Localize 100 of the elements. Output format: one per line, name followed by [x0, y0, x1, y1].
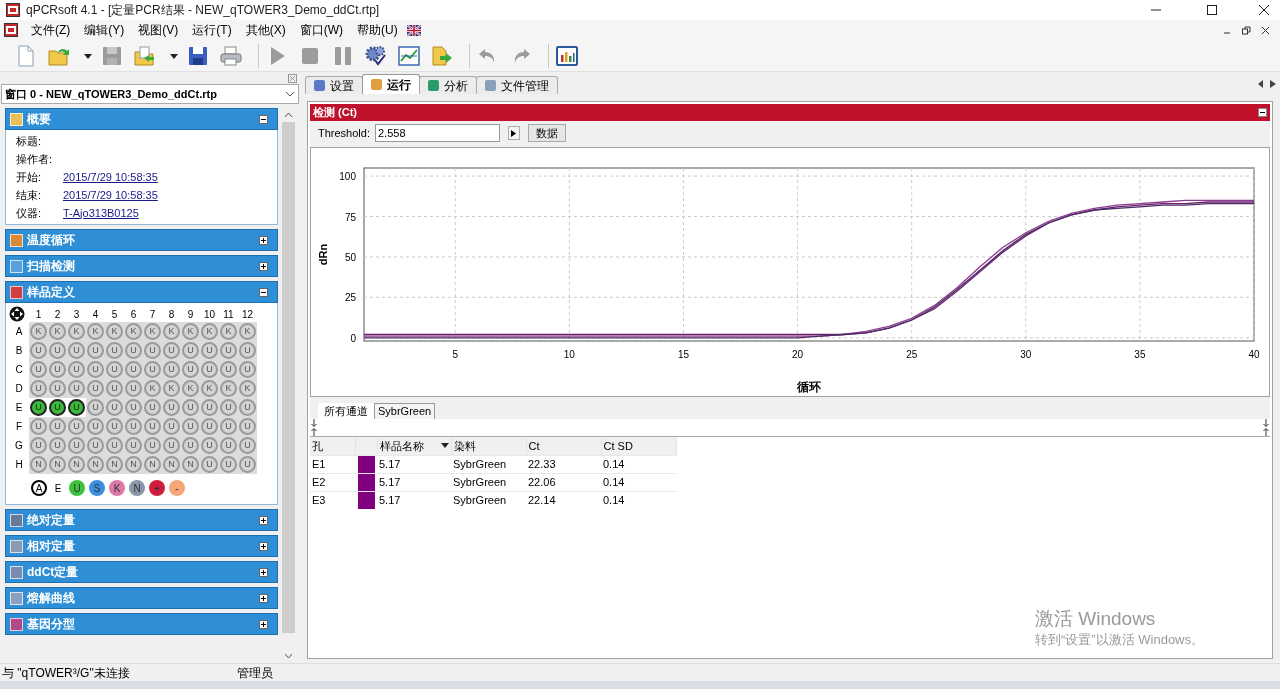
- well[interactable]: U: [125, 380, 142, 397]
- arrow-up-icon[interactable]: [1263, 428, 1269, 436]
- well[interactable]: U: [220, 418, 237, 435]
- well[interactable]: U: [163, 361, 180, 378]
- menu-item[interactable]: 视图(V): [131, 21, 186, 39]
- panel-header[interactable]: 样品定义: [5, 281, 278, 303]
- window-selector[interactable]: 窗口 0 - NEW_qTOWER3_Demo_ddCt.rtp: [1, 84, 299, 104]
- well[interactable]: U: [68, 361, 85, 378]
- scrollbar-thumb[interactable]: [281, 122, 295, 633]
- gear-check-icon[interactable]: [364, 43, 388, 68]
- well[interactable]: U: [220, 437, 237, 454]
- well[interactable]: U: [201, 418, 218, 435]
- well[interactable]: U: [125, 361, 142, 378]
- panel-header[interactable]: 温度循环: [5, 229, 278, 251]
- well[interactable]: N: [125, 456, 142, 473]
- column-header[interactable]: 染料: [453, 437, 476, 454]
- well[interactable]: K: [220, 323, 237, 340]
- well[interactable]: K: [125, 323, 142, 340]
- chevron-up-icon[interactable]: [283, 112, 293, 118]
- well[interactable]: U: [125, 418, 142, 435]
- well[interactable]: U: [201, 437, 218, 454]
- well[interactable]: U: [30, 437, 47, 454]
- well[interactable]: U: [239, 437, 256, 454]
- well[interactable]: U: [144, 418, 161, 435]
- well[interactable]: U: [87, 361, 104, 378]
- well[interactable]: U: [239, 456, 256, 473]
- well[interactable]: U: [239, 361, 256, 378]
- well[interactable]: U: [106, 342, 123, 359]
- expand-icon[interactable]: [259, 261, 268, 271]
- column-header[interactable]: Ct SD: [603, 437, 633, 454]
- well[interactable]: U: [49, 380, 66, 397]
- well[interactable]: U: [87, 399, 104, 416]
- well[interactable]: U: [163, 437, 180, 454]
- well[interactable]: U: [106, 361, 123, 378]
- arrow-left-icon[interactable]: [1258, 80, 1264, 88]
- well[interactable]: U: [144, 399, 161, 416]
- well[interactable]: K: [220, 380, 237, 397]
- well[interactable]: U: [182, 399, 199, 416]
- well[interactable]: N: [49, 456, 66, 473]
- crosshair-icon[interactable]: [9, 306, 25, 322]
- well[interactable]: K: [30, 323, 47, 340]
- expand-icon[interactable]: [259, 515, 268, 525]
- well[interactable]: N: [182, 456, 199, 473]
- flag-icon[interactable]: [406, 24, 421, 36]
- maximize-icon[interactable]: [1206, 4, 1218, 16]
- well[interactable]: U: [68, 418, 85, 435]
- well[interactable]: U: [49, 399, 66, 416]
- well[interactable]: U: [106, 380, 123, 397]
- menu-item[interactable]: 文件(Z): [24, 21, 78, 39]
- column-header[interactable]: 样品名称: [379, 437, 424, 454]
- panel-header[interactable]: 熔解曲线: [5, 587, 278, 609]
- well[interactable]: U: [106, 418, 123, 435]
- collapse-icon[interactable]: [259, 114, 268, 124]
- export-icon[interactable]: [430, 43, 454, 68]
- well[interactable]: U: [220, 399, 237, 416]
- close-icon[interactable]: [1261, 25, 1270, 35]
- well[interactable]: U: [182, 418, 199, 435]
- well[interactable]: U: [68, 399, 85, 416]
- expand-icon[interactable]: [259, 235, 268, 245]
- well[interactable]: U: [239, 342, 256, 359]
- well[interactable]: U: [87, 342, 104, 359]
- well[interactable]: U: [144, 437, 161, 454]
- well[interactable]: N: [144, 456, 161, 473]
- arrow-up-icon[interactable]: [311, 428, 317, 436]
- well[interactable]: U: [30, 418, 47, 435]
- bar-chart-icon[interactable]: [555, 43, 579, 68]
- well[interactable]: U: [239, 418, 256, 435]
- well[interactable]: U: [87, 380, 104, 397]
- well[interactable]: U: [87, 437, 104, 454]
- well[interactable]: U: [106, 437, 123, 454]
- threshold-field[interactable]: 2.558: [375, 124, 500, 142]
- channel-tab[interactable]: SybrGreen: [374, 403, 436, 419]
- well[interactable]: K: [68, 323, 85, 340]
- well[interactable]: U: [68, 437, 85, 454]
- well[interactable]: U: [125, 437, 142, 454]
- print-icon[interactable]: [219, 43, 243, 68]
- panel-header[interactable]: 基因分型: [5, 613, 278, 635]
- well[interactable]: U: [49, 418, 66, 435]
- panel-header[interactable]: 概要: [5, 108, 278, 130]
- well[interactable]: U: [163, 418, 180, 435]
- restore-icon[interactable]: [1242, 25, 1251, 35]
- channel-tab[interactable]: 所有通道: [318, 403, 374, 419]
- well[interactable]: K: [163, 323, 180, 340]
- tab[interactable]: 运行: [362, 74, 420, 94]
- field-link[interactable]: T-Ajo313B0125: [63, 204, 139, 222]
- well[interactable]: U: [30, 399, 47, 416]
- well[interactable]: U: [201, 361, 218, 378]
- well[interactable]: U: [68, 342, 85, 359]
- expand-icon[interactable]: [259, 567, 268, 577]
- sort-icon[interactable]: [440, 443, 449, 449]
- well[interactable]: U: [201, 399, 218, 416]
- well[interactable]: K: [239, 323, 256, 340]
- well[interactable]: U: [125, 399, 142, 416]
- well[interactable]: K: [106, 323, 123, 340]
- panel-header[interactable]: 扫描检测: [5, 255, 278, 277]
- menu-item[interactable]: 其他(X): [238, 21, 293, 39]
- well[interactable]: U: [144, 342, 161, 359]
- collapse-icon[interactable]: [259, 287, 268, 297]
- expand-icon[interactable]: [259, 541, 268, 551]
- well[interactable]: U: [30, 361, 47, 378]
